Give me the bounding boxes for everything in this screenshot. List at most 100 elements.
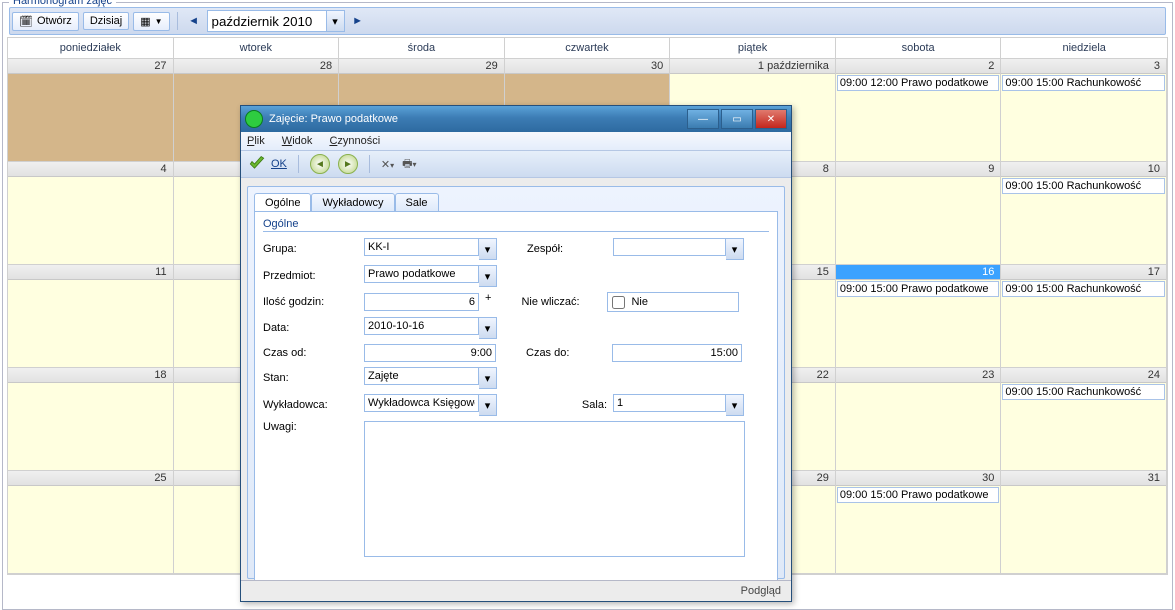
view-button[interactable]: ▦ ▼ <box>133 12 169 31</box>
day-number: 2 <box>836 59 1001 74</box>
tab-panel-general: Ogólne Grupa: ▾ Zespół: ▾ Przedmiot: ▾ I… <box>254 211 778 584</box>
day-number: 16 <box>836 265 1001 280</box>
calendar-cell[interactable]: 18 <box>8 368 174 471</box>
label-hours: Ilość godzin: <box>263 296 358 308</box>
calendar-cell[interactable]: 25 <box>8 471 174 574</box>
titlebar[interactable]: Zajęcie: Prawo podatkowe — ▭ ✕ <box>241 106 791 132</box>
chevron-down-icon[interactable]: ▾ <box>479 394 497 416</box>
day-number: 11 <box>8 265 173 280</box>
calendar-cell[interactable]: 31 <box>1001 471 1167 574</box>
calendar-cell[interactable]: 1609:00 15:00 Prawo podatkowe <box>836 265 1002 368</box>
chevron-down-icon[interactable]: ▾ <box>726 394 744 416</box>
hours-spinner[interactable]: + <box>485 292 491 312</box>
calendar-event[interactable]: 09:00 15:00 Prawo podatkowe <box>837 487 1000 503</box>
calendar-cell[interactable]: 309:00 15:00 Rachunkowość <box>1001 59 1167 162</box>
month-input[interactable] <box>207 10 327 32</box>
calendar-cell[interactable]: 1009:00 15:00 Rachunkowość <box>1001 162 1167 265</box>
chevron-down-icon[interactable]: ▾ <box>327 10 345 32</box>
calendar-event[interactable]: 09:00 12:00 Prawo podatkowe <box>837 75 1000 91</box>
calendar-cell[interactable]: 2409:00 15:00 Rachunkowość <box>1001 368 1167 471</box>
weekday-header-cell: środa <box>339 38 505 58</box>
calendar-cell[interactable]: 1709:00 15:00 Rachunkowość <box>1001 265 1167 368</box>
weekday-header-cell: sobota <box>836 38 1002 58</box>
label-exclude: Nie wliczać: <box>521 296 601 308</box>
hours-field[interactable] <box>364 293 479 311</box>
day-number: 24 <box>1001 368 1166 383</box>
status-text: Podgląd <box>741 585 781 597</box>
team-field[interactable] <box>613 238 726 256</box>
next-month-button[interactable]: ► <box>349 12 367 30</box>
today-button[interactable]: Dzisiaj <box>83 12 129 30</box>
chevron-down-icon[interactable]: ▾ <box>479 265 497 287</box>
calendar-cell[interactable]: 23 <box>836 368 1002 471</box>
day-number: 30 <box>505 59 670 74</box>
day-number: 29 <box>339 59 504 74</box>
calendar-cell[interactable]: 4 <box>8 162 174 265</box>
calendar-event[interactable]: 09:00 15:00 Rachunkowość <box>1002 281 1165 297</box>
tab-lecturers[interactable]: Wykładowcy <box>311 193 394 212</box>
weekday-header: poniedziałekwtorekśrodaczwartekpiąteksob… <box>7 37 1168 58</box>
menu-actions[interactable]: Czynności <box>329 135 380 147</box>
label-room: Sala: <box>527 399 607 411</box>
calendar-event[interactable]: 09:00 15:00 Prawo podatkowe <box>837 281 1000 297</box>
calendar-cell[interactable]: 27 <box>8 59 174 162</box>
label-from: Czas od: <box>263 347 358 359</box>
maximize-button[interactable]: ▭ <box>721 109 753 129</box>
tab-rooms[interactable]: Sale <box>395 193 439 212</box>
open-button[interactable]: 🗓 Otwórz <box>12 12 79 31</box>
date-field[interactable] <box>364 317 479 335</box>
day-number: 28 <box>174 59 339 74</box>
minimize-button[interactable]: — <box>687 109 719 129</box>
chevron-down-icon[interactable]: ▾ <box>479 238 497 260</box>
section-label: Ogólne <box>263 218 769 232</box>
weekday-header-cell: niedziela <box>1001 38 1167 58</box>
weekday-header-cell: piątek <box>670 38 836 58</box>
state-field[interactable] <box>364 367 479 385</box>
day-number: 25 <box>8 471 173 486</box>
label-subject: Przedmiot: <box>263 270 358 282</box>
ok-button[interactable]: OK <box>247 154 287 174</box>
label-state: Stan: <box>263 372 358 384</box>
tab-general[interactable]: Ogólne <box>254 193 311 212</box>
month-picker[interactable]: ▾ <box>207 10 345 32</box>
exclude-checkbox[interactable] <box>612 296 625 309</box>
chevron-down-icon[interactable]: ▾ <box>479 317 497 339</box>
calendar-event[interactable]: 09:00 15:00 Rachunkowość <box>1002 384 1165 400</box>
notes-field[interactable] <box>364 421 745 557</box>
day-number: 3 <box>1001 59 1166 74</box>
check-icon <box>247 154 267 174</box>
chevron-down-icon[interactable]: ▾ <box>726 238 744 260</box>
menu-file[interactable]: Plik <box>247 135 265 147</box>
weekday-header-cell: poniedziałek <box>8 38 174 58</box>
dialog-toolbar: OK ◄ ► ✕▾ 🖶▾ <box>241 151 791 178</box>
calendar-cell[interactable]: 11 <box>8 265 174 368</box>
prev-month-button[interactable]: ◄ <box>185 12 203 30</box>
lecturer-field[interactable] <box>364 394 479 412</box>
calendar-event[interactable]: 09:00 15:00 Rachunkowość <box>1002 75 1165 91</box>
calendar-cell[interactable]: 209:00 12:00 Prawo podatkowe <box>836 59 1002 162</box>
day-number: 1 października <box>670 59 835 74</box>
subject-field[interactable] <box>364 265 479 283</box>
app-icon <box>245 110 263 128</box>
calendar-icon: 🗓 <box>19 15 33 28</box>
room-field[interactable] <box>613 394 726 412</box>
print-icon[interactable]: 🖶▾ <box>402 155 416 174</box>
day-number: 27 <box>8 59 173 74</box>
label-lecturer: Wykładowca: <box>263 399 358 411</box>
tools-icon[interactable]: ✕▾ <box>381 158 394 171</box>
weekday-header-cell: czwartek <box>505 38 671 58</box>
time-from-field[interactable] <box>364 344 496 362</box>
chevron-down-icon[interactable]: ▾ <box>479 367 497 389</box>
time-to-field[interactable] <box>612 344 742 362</box>
close-button[interactable]: ✕ <box>755 109 787 129</box>
forward-button[interactable]: ► <box>338 154 358 174</box>
label-notes: Uwagi: <box>263 421 358 433</box>
group-field[interactable] <box>364 238 479 256</box>
calendar-cell[interactable]: 9 <box>836 162 1002 265</box>
day-number: 10 <box>1001 162 1166 177</box>
back-button[interactable]: ◄ <box>310 154 330 174</box>
menu-view[interactable]: Widok <box>282 135 313 147</box>
label-date: Data: <box>263 322 358 334</box>
calendar-event[interactable]: 09:00 15:00 Rachunkowość <box>1002 178 1165 194</box>
calendar-cell[interactable]: 3009:00 15:00 Prawo podatkowe <box>836 471 1002 574</box>
